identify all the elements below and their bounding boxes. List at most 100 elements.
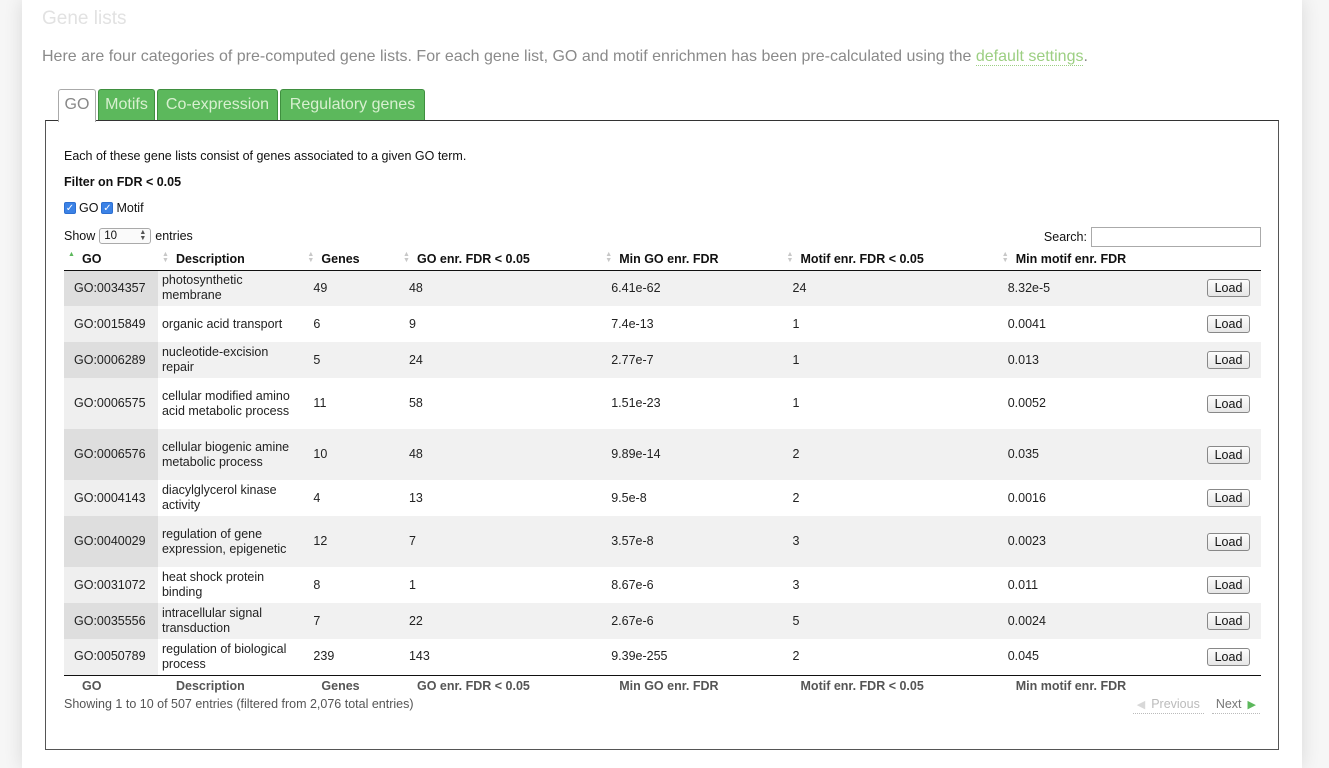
next-arrow-icon: ▶ [1247, 699, 1256, 711]
load-button[interactable]: Load [1207, 445, 1250, 464]
load-button[interactable]: Load [1207, 532, 1250, 551]
pagination: ◀ Previous Next ▶ [1125, 697, 1260, 714]
genes-cell: 10 [303, 429, 399, 480]
gene-list-table: ▲ GO ▲ ▼ Description ▲ ▼ Genes ▲ ▼ GO enr. FDR … [64, 249, 1261, 696]
min-go-cell: 1.51e-23 [611, 396, 661, 410]
column-header-min-motif[interactable]: ▲ ▼ Min motif enr. FDR [997, 249, 1197, 271]
sort-both-icon: ▲ ▼ [605, 251, 613, 264]
select-arrows-icon: ▲ ▼ [139, 229, 147, 242]
default-settings-link[interactable]: default settings [975, 48, 1084, 66]
min-motif-cell: 0.013 [997, 342, 1197, 378]
motif-enr-cell: 2 [792, 490, 800, 505]
description-cell: diacylglycerol kinase activity [161, 483, 277, 512]
min-motif-cell: 0.045 [1007, 649, 1039, 664]
column-header-genes[interactable]: ▲ ▼ Genes [303, 249, 399, 271]
min-go-cell: 6.41e-62 [601, 270, 783, 306]
column-header-go[interactable]: ▲ GO [64, 249, 158, 271]
filter-go-label: GO [79, 201, 99, 215]
go-enr-cell: 13 [408, 490, 423, 505]
action-cell: Load [1196, 270, 1261, 306]
column-header-min-motif-label: Min motif enr. FDR [1015, 252, 1127, 267]
load-button[interactable]: Load [1207, 351, 1250, 369]
table-row: GO:0034357 photosynthetic membrane 49 48 6.4… [64, 270, 1261, 306]
tab-motifs[interactable]: Motifs [98, 89, 155, 121]
motif-enr-cell: 2 [792, 649, 800, 664]
min-motif-cell: 0.035 [997, 429, 1197, 480]
go-id-cell: GO:0034357 [64, 270, 158, 306]
table-header-row: ▲ GO ▲ ▼ Description ▲ ▼ Genes ▲ ▼ GO enr. FDR … [64, 249, 1261, 271]
go-id-cell: GO:0015849 [64, 306, 158, 342]
footer-min-go: Min GO enr. FDR [601, 674, 783, 696]
show-label: Show [64, 229, 96, 243]
tab-go[interactable]: GO [58, 89, 96, 122]
entries-select[interactable]: 10 ▲ ▼ [99, 228, 152, 244]
load-button[interactable]: Load [1207, 394, 1250, 413]
min-go-cell: 9.39e-255 [611, 649, 668, 664]
genes-cell: 5 [303, 342, 399, 378]
go-id-cell: GO:0040029 [64, 516, 158, 567]
action-cell: Load [1197, 567, 1261, 603]
load-button[interactable]: Load [1207, 279, 1250, 298]
column-header-motif-enr[interactable]: ▲ ▼ Motif enr. FDR < 0.05 [782, 249, 998, 271]
filter-options: ✓ GO ✓ Motif [64, 201, 147, 215]
genes-cell: 12 [303, 516, 399, 567]
sort-both-icon: ▲ ▼ [307, 251, 315, 264]
entries-select-value: 10 [104, 230, 118, 242]
motif-enr-cell: 1 [792, 396, 800, 410]
panel-description: Each of these gene lists consist of gene… [64, 149, 467, 163]
go-id-cell: GO:0006289 [64, 342, 158, 378]
filter-title: Filter on FDR < 0.05 [64, 175, 182, 189]
next-button[interactable]: Next ▶ [1211, 697, 1260, 714]
column-header-min-go[interactable]: ▲ ▼ Min GO enr. FDR [601, 249, 783, 271]
load-button[interactable]: Load [1207, 315, 1250, 333]
table-row: GO:0035556 intracellular signal transduct… [64, 603, 1261, 639]
load-button[interactable]: Load [1207, 576, 1250, 594]
previous-button[interactable]: ◀ Previous [1132, 697, 1204, 714]
go-enr-cell: 58 [408, 396, 423, 410]
genes-cell: 11 [313, 396, 327, 410]
column-header-description-label: Description [175, 252, 245, 267]
go-enr-cell: 48 [398, 429, 602, 480]
min-go-cell: 9.5e-8 [611, 490, 647, 505]
genes-cell: 7 [303, 603, 399, 639]
min-motif-cell: 8.32e-5 [997, 270, 1197, 306]
footer-action [1196, 674, 1261, 696]
tab-regulatory-genes[interactable]: Regulatory genes [280, 89, 425, 121]
search-input[interactable] [1091, 227, 1261, 247]
genes-cell: 6 [313, 316, 321, 331]
description-cell: nucleotide-excision repair [157, 342, 304, 378]
min-go-cell: 3.57e-8 [601, 516, 783, 567]
min-motif-cell: 0.0023 [997, 516, 1197, 567]
motif-enr-cell: 5 [782, 603, 998, 639]
load-button[interactable]: Load [1207, 647, 1250, 666]
load-button[interactable]: Load [1207, 489, 1250, 507]
filter-motif-checkbox[interactable]: ✓ [101, 202, 114, 214]
go-enr-cell: 9 [408, 316, 416, 331]
filter-go-checkbox[interactable]: ✓ [64, 202, 76, 214]
tab-co-expression[interactable]: Co-expression [157, 89, 278, 121]
description-cell: regulation of biological process [161, 641, 287, 671]
footer-genes: Genes [303, 674, 399, 696]
go-id-cell: GO:0050789 [64, 639, 158, 675]
sort-both-icon: ▲ ▼ [161, 251, 169, 264]
min-motif-cell: 0.0041 [1007, 316, 1046, 331]
footer-go-enr: GO enr. FDR < 0.05 [398, 674, 602, 696]
column-header-description[interactable]: ▲ ▼ Description [157, 249, 304, 271]
intro-text-body: Here are four categories of pre-computed… [42, 48, 976, 65]
load-button[interactable]: Load [1207, 612, 1250, 630]
description-cell: organic acid transport [161, 316, 283, 331]
description-cell: photosynthetic membrane [157, 270, 304, 306]
table-row: GO:0006576 cellular biogenic amine metabo… [64, 429, 1261, 480]
min-go-cell: 2.77e-7 [601, 342, 783, 378]
column-header-motif-enr-label: Motif enr. FDR < 0.05 [800, 252, 924, 267]
page-title: Gene lists [42, 8, 127, 29]
motif-enr-cell: 24 [782, 270, 998, 306]
page-container: Gene lists Here are four categories of p… [22, 0, 1302, 768]
motif-enr-cell: 1 [792, 316, 800, 331]
previous-label: Previous [1151, 697, 1200, 711]
description-cell: cellular modified amino acid metabolic p… [161, 388, 290, 418]
column-header-go-enr[interactable]: ▲ ▼ GO enr. FDR < 0.05 [398, 249, 602, 271]
description-cell: heat shock protein binding [161, 570, 265, 599]
table-row: GO:0031072 heat shock protein binding 8 1 8.… [64, 567, 1261, 603]
min-go-cell: 7.4e-13 [611, 316, 654, 331]
